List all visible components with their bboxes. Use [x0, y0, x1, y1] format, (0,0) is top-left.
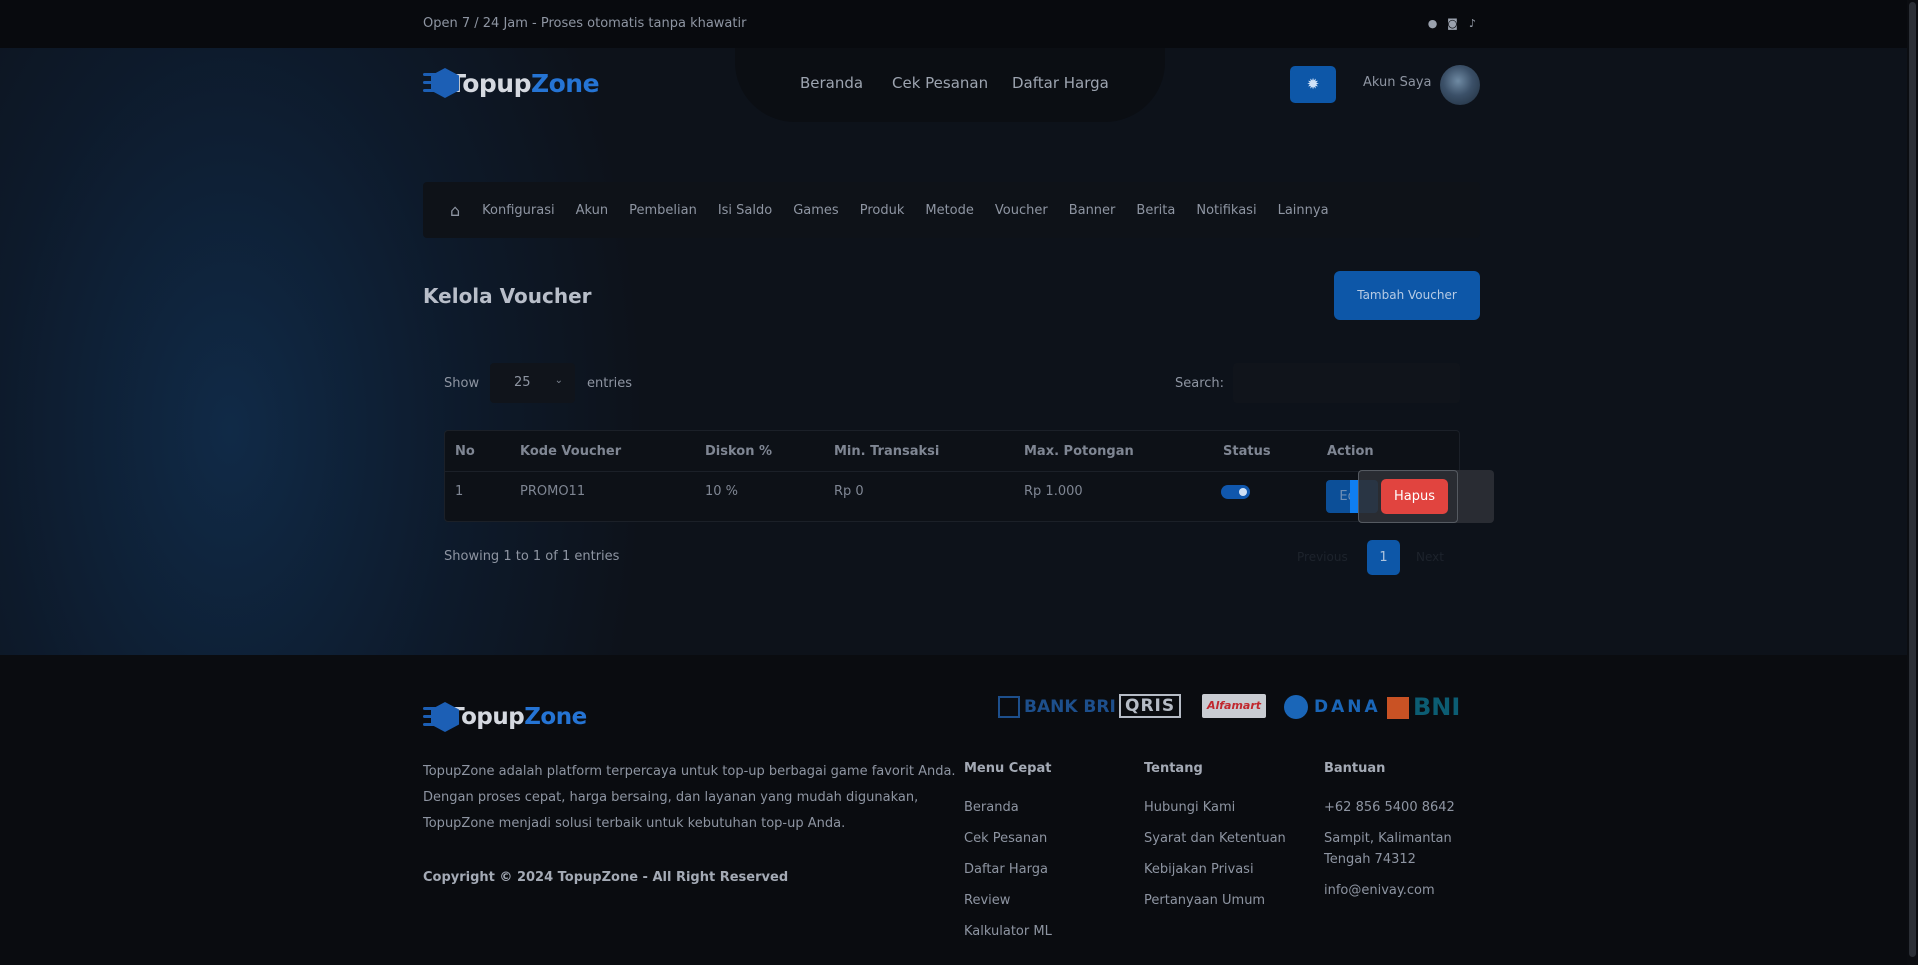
- footer-link-cek-pesanan[interactable]: Cek Pesanan: [964, 831, 1047, 846]
- admin-nav-berita[interactable]: Berita: [1136, 203, 1175, 218]
- tiktok-icon[interactable]: ♪: [1466, 17, 1479, 30]
- status-toggle[interactable]: [1221, 485, 1250, 499]
- admin-nav-produk[interactable]: Produk: [860, 203, 905, 218]
- payment-dana-logo: DANA: [1284, 694, 1381, 720]
- payment-bni-logo: BNI: [1387, 694, 1460, 720]
- scrollbar-thumb[interactable]: [1909, 2, 1916, 957]
- footer-link-beranda[interactable]: Beranda: [964, 800, 1019, 815]
- footer-description-line: TopupZone adalah platform terpercaya unt…: [423, 764, 956, 779]
- top-bar: Open 7 / 24 Jam - Proses otomatis tanpa …: [0, 0, 1918, 48]
- admin-nav-notifikasi[interactable]: Notifikasi: [1196, 203, 1256, 218]
- admin-nav-isi-saldo[interactable]: Isi Saldo: [718, 203, 772, 218]
- footer-link-review[interactable]: Review: [964, 893, 1010, 908]
- footer-logo[interactable]: TopupZone: [423, 698, 587, 736]
- show-label: Show: [444, 376, 480, 391]
- payment-bri-logo: BANK BRI: [998, 694, 1116, 720]
- th-action: Action: [1327, 444, 1374, 459]
- admin-nav: ⌂ Konfigurasi Akun Pembelian Isi Saldo G…: [423, 182, 1480, 238]
- admin-nav-konfigurasi[interactable]: Konfigurasi: [482, 203, 554, 218]
- settings-button[interactable]: ✹: [1290, 66, 1336, 103]
- th-min-transaksi[interactable]: Min. Transaksi: [834, 444, 939, 459]
- tagline: Open 7 / 24 Jam - Proses otomatis tanpa …: [423, 16, 747, 31]
- admin-nav-pembelian[interactable]: Pembelian: [629, 203, 697, 218]
- th-no[interactable]: No: [455, 444, 475, 459]
- logo-text: TopupZone: [449, 704, 587, 730]
- payment-alfamart-logo: Alfamart: [1202, 694, 1266, 718]
- voucher-table: No Kode Voucher Diskon % Min. Transaksi …: [444, 430, 1460, 522]
- pagination-previous[interactable]: Previous: [1297, 550, 1348, 564]
- home-icon[interactable]: ⌂: [450, 201, 460, 220]
- logo-mark-icon: [423, 698, 459, 736]
- nav-beranda[interactable]: Beranda: [800, 74, 863, 92]
- footer-link-daftar-harga[interactable]: Daftar Harga: [964, 862, 1048, 877]
- table-info: Showing 1 to 1 of 1 entries: [444, 549, 620, 564]
- whatsapp-icon[interactable]: ●: [1426, 17, 1439, 30]
- admin-nav-metode[interactable]: Metode: [925, 203, 974, 218]
- footer-link-kebijakan-privasi[interactable]: Kebijakan Privasi: [1144, 862, 1254, 877]
- footer-heading-menu-cepat: Menu Cepat: [964, 761, 1052, 776]
- footer-description-line: Dengan proses cepat, harga bersaing, dan…: [423, 790, 919, 805]
- cell-max: Rp 1.000: [1024, 484, 1083, 499]
- social-links: ● ◙ ♪: [1426, 17, 1479, 30]
- entries-select[interactable]: 25 ⌄: [490, 363, 575, 403]
- gear-icon: ✹: [1306, 75, 1320, 93]
- th-kode-voucher[interactable]: Kode Voucher: [520, 444, 621, 459]
- cell-min: Rp 0: [834, 484, 864, 499]
- footer-link-kalkulator-ml[interactable]: Kalkulator ML: [964, 924, 1052, 939]
- footer-address-line: Sampit, Kalimantan: [1324, 831, 1452, 846]
- header-logo[interactable]: TopupZone: [423, 64, 600, 102]
- footer-heading-bantuan: Bantuan: [1324, 761, 1386, 776]
- footer-link-syarat[interactable]: Syarat dan Ketentuan: [1144, 831, 1286, 846]
- admin-nav-games[interactable]: Games: [793, 203, 838, 218]
- avatar[interactable]: [1440, 65, 1480, 105]
- nav-cek-pesanan[interactable]: Cek Pesanan: [892, 74, 988, 92]
- footer-address-line: Tengah 74312: [1324, 852, 1416, 867]
- add-voucher-button[interactable]: Tambah Voucher: [1334, 271, 1480, 320]
- scrollbar[interactable]: [1907, 0, 1918, 965]
- footer-email[interactable]: info@enivay.com: [1324, 883, 1435, 898]
- admin-nav-voucher[interactable]: Voucher: [995, 203, 1048, 218]
- th-max-potongan[interactable]: Max. Potongan: [1024, 444, 1134, 459]
- copyright: Copyright © 2024 TopupZone - All Right R…: [423, 870, 789, 885]
- instagram-icon[interactable]: ◙: [1446, 17, 1459, 30]
- search-input[interactable]: [1233, 363, 1460, 403]
- pagination-next[interactable]: Next: [1416, 550, 1444, 564]
- entries-label: entries: [587, 376, 633, 391]
- admin-nav-banner[interactable]: Banner: [1069, 203, 1116, 218]
- admin-nav-lainnya[interactable]: Lainnya: [1278, 203, 1329, 218]
- page-title: Kelola Voucher: [423, 284, 592, 308]
- admin-nav-akun[interactable]: Akun: [576, 203, 609, 218]
- footer-description-line: TopupZone menjadi solusi terbaik untuk k…: [423, 816, 846, 831]
- delete-button[interactable]: Hapus: [1381, 479, 1448, 514]
- table-header: No Kode Voucher Diskon % Min. Transaksi …: [445, 431, 1459, 472]
- footer: [0, 655, 1918, 965]
- payment-qris-logo: QRIS: [1119, 694, 1182, 718]
- logo-mark-icon: [423, 64, 459, 102]
- pagination-page-1[interactable]: 1: [1367, 540, 1400, 575]
- th-diskon[interactable]: Diskon %: [705, 444, 772, 459]
- chevron-down-icon: ⌄: [554, 375, 563, 386]
- footer-phone[interactable]: +62 856 5400 8642: [1324, 800, 1455, 815]
- search-label: Search:: [1175, 376, 1225, 391]
- logo-text: TopupZone: [449, 68, 600, 98]
- cell-code: PROMO11: [520, 484, 586, 499]
- footer-heading-tentang: Tentang: [1144, 761, 1203, 776]
- footer-link-hubungi-kami[interactable]: Hubungi Kami: [1144, 800, 1235, 815]
- account-label[interactable]: Akun Saya: [1363, 75, 1432, 90]
- cell-discount: 10 %: [705, 484, 739, 499]
- th-status[interactable]: Status: [1223, 444, 1271, 459]
- footer-link-pertanyaan-umum[interactable]: Pertanyaan Umum: [1144, 893, 1265, 908]
- entries-value: 25: [514, 375, 531, 390]
- nav-daftar-harga[interactable]: Daftar Harga: [1012, 74, 1109, 92]
- cell-no: 1: [455, 484, 464, 499]
